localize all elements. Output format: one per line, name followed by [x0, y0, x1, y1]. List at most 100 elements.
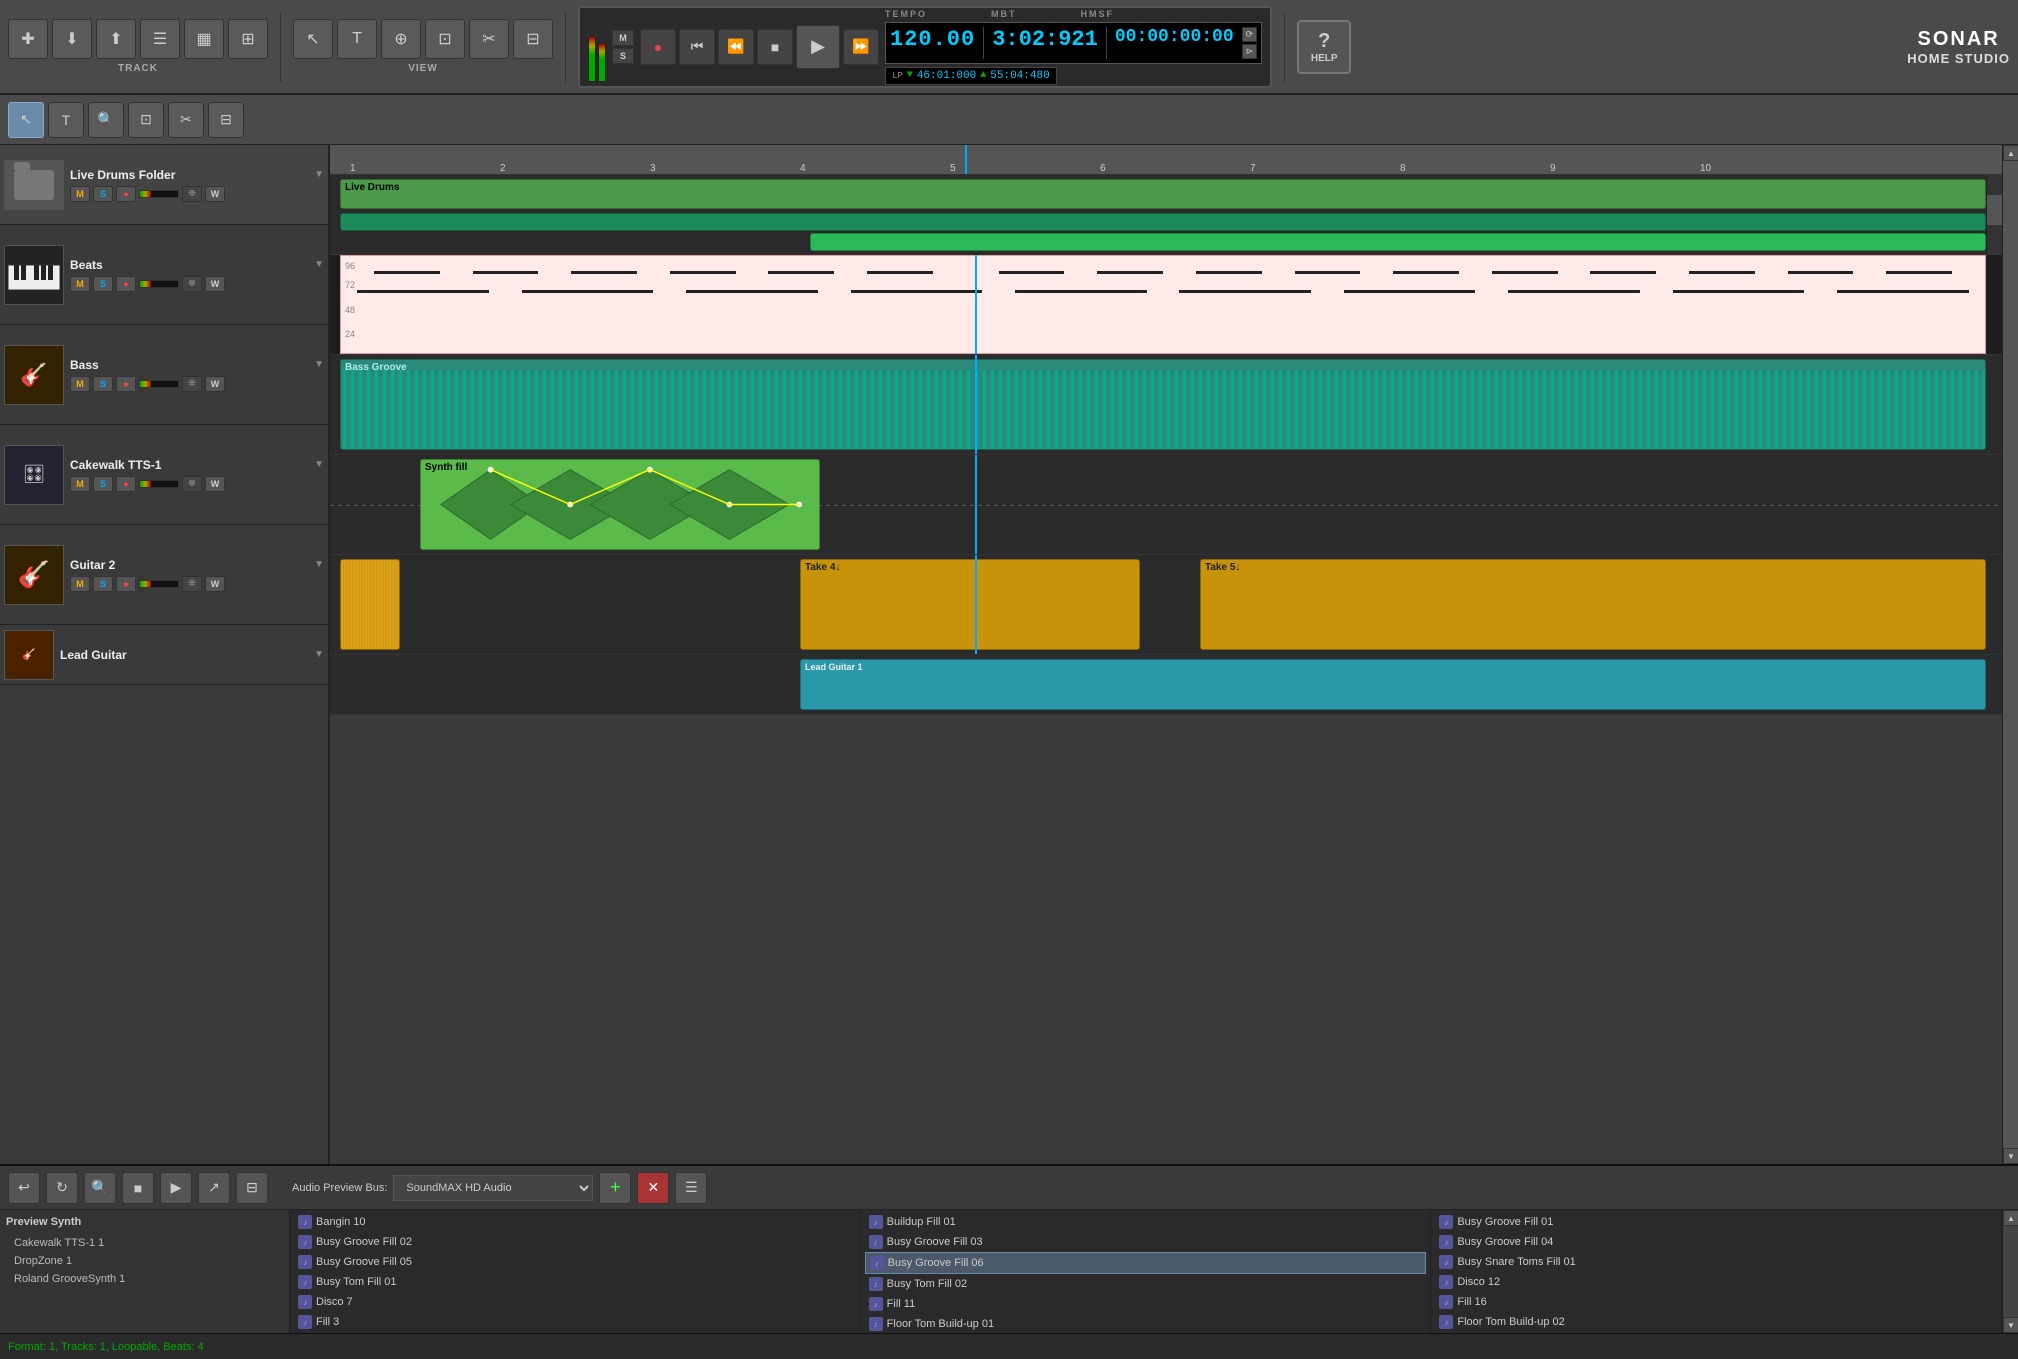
stop-button[interactable]: ■: [757, 29, 793, 65]
track-list-button[interactable]: ☰: [140, 19, 180, 59]
import-button[interactable]: ⬇: [52, 19, 92, 59]
record-button[interactable]: ●: [640, 29, 676, 65]
clip-take4[interactable]: Take 4↓: [800, 559, 1140, 650]
auto-preview-button[interactable]: ↗: [198, 1172, 230, 1204]
help-button[interactable]: ? HELP: [1297, 20, 1351, 74]
w-button-bass[interactable]: W: [205, 376, 225, 392]
select-tool-button[interactable]: ↖: [8, 102, 44, 138]
browser-scrollbar-v[interactable]: ▲ ▼: [2002, 1210, 2018, 1333]
scroll-down-button[interactable]: ▼: [2003, 1148, 2018, 1164]
mute-button-beats[interactable]: M: [70, 276, 90, 292]
fx-button-tts1[interactable]: ❊: [182, 476, 202, 492]
multi-select-button[interactable]: ⊡: [425, 19, 465, 59]
add-bus-button[interactable]: +: [599, 1172, 631, 1204]
stop-preview-button[interactable]: ■: [122, 1172, 154, 1204]
synth-item-dropzone[interactable]: DropZone 1: [6, 1252, 283, 1270]
sort-button[interactable]: ⊟: [236, 1172, 268, 1204]
list-view-button[interactable]: ☰: [675, 1172, 707, 1204]
search-button[interactable]: 🔍: [84, 1172, 116, 1204]
record-button-bass[interactable]: ●: [116, 376, 136, 392]
forward-button[interactable]: ↻: [46, 1172, 78, 1204]
file-item-busy-groove-02[interactable]: ♪ Busy Groove Fill 02: [294, 1232, 856, 1252]
film-edit-button[interactable]: ⊟: [208, 102, 244, 138]
file-item-busy-groove-06[interactable]: ♪ Busy Groove Fill 06: [865, 1252, 1427, 1274]
track-item-guitar2[interactable]: 🎸 Guitar 2 ▼ M S ● ❊ W: [0, 525, 328, 625]
browser-scroll-thumb[interactable]: [2003, 1226, 2018, 1317]
browser-scroll-down[interactable]: ▼: [2003, 1317, 2018, 1333]
zoom-tool-button[interactable]: ⊕: [381, 19, 421, 59]
synth-item-roland[interactable]: Roland GrooveSynth 1: [6, 1270, 283, 1288]
fx-button-bass[interactable]: ❊: [182, 376, 202, 392]
file-item-floor-tom-buildup02[interactable]: ♪ Floor Tom Build-up 02: [1435, 1312, 1997, 1332]
track-item-beats[interactable]: Beats ▼ M S ● ❊ W: [0, 225, 328, 325]
file-item-fill3[interactable]: ♪ Fill 3: [294, 1312, 856, 1332]
track-item-tts1[interactable]: 🎛 Cakewalk TTS-1 ▼ M S ● ❊: [0, 425, 328, 525]
clip-live-drums-mid2[interactable]: [810, 233, 1986, 251]
bass-expand-arrow[interactable]: ▼: [314, 359, 324, 370]
beats-expand-arrow[interactable]: ▼: [314, 259, 324, 270]
file-item-busy-groove-01[interactable]: ♪ Busy Groove Fill 01: [1435, 1212, 1997, 1232]
file-item-busy-tom-01[interactable]: ♪ Busy Tom Fill 01: [294, 1272, 856, 1292]
text-edit-button[interactable]: T: [48, 102, 84, 138]
clip-live-drums-top[interactable]: Live Drums: [340, 179, 1986, 209]
track-expand-arrow[interactable]: ▼: [314, 169, 324, 180]
track-item-lead-guitar[interactable]: 🎸 Lead Guitar ▼: [0, 625, 328, 685]
browser-scroll-up[interactable]: ▲: [2003, 1210, 2018, 1226]
mute-button-tts1[interactable]: M: [70, 476, 90, 492]
w-button-guitar2[interactable]: W: [205, 576, 225, 592]
file-item-busy-groove-03[interactable]: ♪ Busy Groove Fill 03: [865, 1232, 1427, 1252]
clip-synth-fill[interactable]: Synth fill: [420, 459, 820, 550]
w-button-beats[interactable]: W: [205, 276, 225, 292]
file-item-disco12[interactable]: ♪ Disco 12: [1435, 1272, 1997, 1292]
midi-clip-beats[interactable]: 96 72 48 24: [340, 255, 1986, 354]
mute-button-guitar2[interactable]: M: [70, 576, 90, 592]
file-item-disco7[interactable]: ♪ Disco 7: [294, 1292, 856, 1312]
mute-button-live-drums[interactable]: M: [70, 186, 90, 202]
synth-item-cakewalk[interactable]: Cakewalk TTS-1 1: [6, 1234, 283, 1252]
w-button-live-drums[interactable]: W: [205, 186, 225, 202]
file-item-floor-tom-buildup01[interactable]: ♪ Floor Tom Build-up 01: [865, 1314, 1427, 1333]
file-item-bangin10[interactable]: ♪ Bangin 10: [294, 1212, 856, 1232]
record-button-live-drums[interactable]: ●: [116, 186, 136, 202]
scroll-thumb[interactable]: [2003, 161, 2018, 1148]
back-button[interactable]: ↩: [8, 1172, 40, 1204]
clip-take5[interactable]: Take 5↓: [1200, 559, 1986, 650]
fx-button-live-drums[interactable]: ❊: [182, 186, 202, 202]
multi-edit-button[interactable]: ⊡: [128, 102, 164, 138]
tts1-expand-arrow[interactable]: ▼: [314, 459, 324, 470]
view-mode-button[interactable]: ✂: [469, 19, 509, 59]
file-item-buildup-fill01[interactable]: ♪ Buildup Fill 01: [865, 1212, 1427, 1232]
film-button[interactable]: ⊟: [513, 19, 553, 59]
scroll-up-button[interactable]: ▲: [2003, 145, 2018, 161]
clip-live-drums-mid1[interactable]: [340, 213, 1986, 231]
zoom-edit-button[interactable]: 🔍: [88, 102, 124, 138]
play-button[interactable]: ▶: [796, 25, 840, 69]
mute-button-bass[interactable]: M: [70, 376, 90, 392]
lead-guitar-expand-arrow[interactable]: ▼: [314, 649, 324, 660]
solo-button-bass[interactable]: S: [93, 376, 113, 392]
fast-forward-button[interactable]: ⏩: [843, 29, 879, 65]
timeline-scrollbar-v[interactable]: [1986, 175, 2002, 254]
rewind-to-start-button[interactable]: ⏮: [679, 29, 715, 65]
solo-button-beats[interactable]: S: [93, 276, 113, 292]
guitar2-expand-arrow[interactable]: ▼: [314, 559, 324, 570]
rewind-button[interactable]: ⏪: [718, 29, 754, 65]
cursor-tool-button[interactable]: ↖: [293, 19, 333, 59]
export-button[interactable]: ⬆: [96, 19, 136, 59]
grid-button[interactable]: ⊞: [228, 19, 268, 59]
fx-button-guitar2[interactable]: ❊: [182, 576, 202, 592]
loop-button[interactable]: ⟳: [1242, 27, 1258, 42]
clip-bass-groove[interactable]: Bass Groove: [340, 359, 1986, 450]
text-tool-button[interactable]: T: [337, 19, 377, 59]
cut-edit-button[interactable]: ✂: [168, 102, 204, 138]
punch-button[interactable]: ⊳: [1242, 44, 1258, 59]
fx-button-beats[interactable]: ❊: [182, 276, 202, 292]
track-item-bass[interactable]: 🎸 Bass ▼ M S ● ❊ W: [0, 325, 328, 425]
record-button-guitar2[interactable]: ●: [116, 576, 136, 592]
pattern-button[interactable]: ▦: [184, 19, 224, 59]
close-panel-button[interactable]: ✕: [637, 1172, 669, 1204]
track-item-live-drums-folder[interactable]: Live Drums Folder ▼ M S ● ❊ W: [0, 145, 328, 225]
solo-button-tts1[interactable]: S: [93, 476, 113, 492]
w-button-tts1[interactable]: W: [205, 476, 225, 492]
file-item-busy-snare-toms[interactable]: ♪ Busy Snare Toms Fill 01: [1435, 1252, 1997, 1272]
